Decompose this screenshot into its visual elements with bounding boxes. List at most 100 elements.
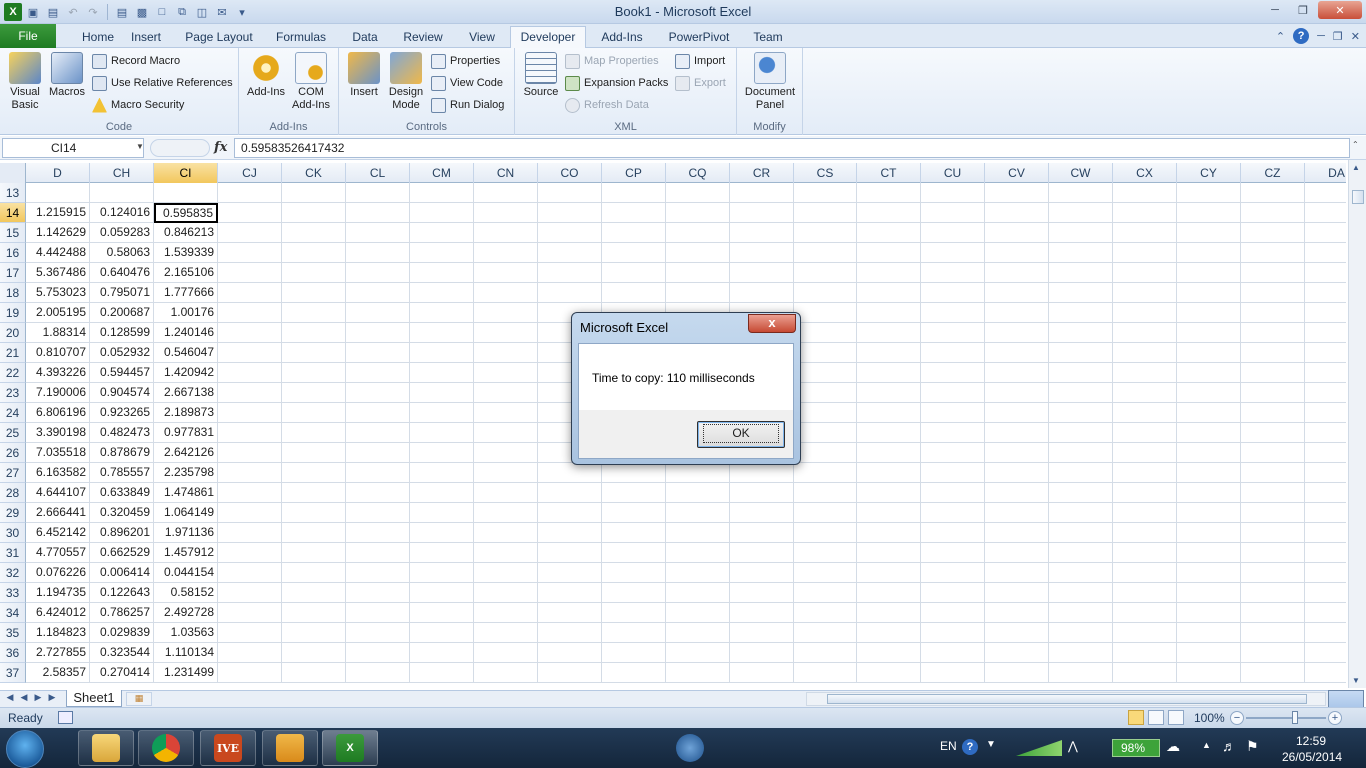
cell-ci15[interactable]: 0.846213	[154, 223, 218, 243]
cell-ci26[interactable]: 2.642126	[154, 443, 218, 463]
cell-ct18[interactable]	[857, 283, 921, 303]
cell-cw21[interactable]	[1049, 343, 1113, 363]
tab-team[interactable]: Team	[748, 27, 788, 48]
cell-cr17[interactable]	[730, 263, 794, 283]
cell-cv20[interactable]	[985, 323, 1049, 343]
cell-da37[interactable]	[1305, 663, 1346, 683]
cell-cu31[interactable]	[921, 543, 985, 563]
cell-cx26[interactable]	[1113, 443, 1177, 463]
visual-basic-button[interactable]: Visual Basic	[4, 52, 46, 112]
cell-cy27[interactable]	[1177, 463, 1241, 483]
cell-cw23[interactable]	[1049, 383, 1113, 403]
cell-da13[interactable]	[1305, 183, 1346, 203]
cell-cx24[interactable]	[1113, 403, 1177, 423]
cell-ct36[interactable]	[857, 643, 921, 663]
cell-cs36[interactable]	[794, 643, 857, 663]
cell-cu34[interactable]	[921, 603, 985, 623]
cell-ch30[interactable]: 0.896201	[90, 523, 154, 543]
cell-cx33[interactable]	[1113, 583, 1177, 603]
cell-cm23[interactable]	[410, 383, 474, 403]
cell-cm34[interactable]	[410, 603, 474, 623]
cell-cw16[interactable]	[1049, 243, 1113, 263]
cell-cp16[interactable]	[602, 243, 666, 263]
cell-ck19[interactable]	[282, 303, 346, 323]
cell-cs26[interactable]	[794, 443, 857, 463]
cell-cx13[interactable]	[1113, 183, 1177, 203]
cell-cj28[interactable]	[218, 483, 282, 503]
cell-cr32[interactable]	[730, 563, 794, 583]
cell-ch16[interactable]: 0.58063	[90, 243, 154, 263]
zoom-out-icon[interactable]: −	[1230, 711, 1244, 725]
dialog-ok-button[interactable]: OK	[697, 421, 785, 448]
page-break-view-icon[interactable]	[1168, 710, 1184, 725]
column-header-d[interactable]: D	[26, 163, 90, 183]
cell-ci16[interactable]: 1.539339	[154, 243, 218, 263]
cell-cy28[interactable]	[1177, 483, 1241, 503]
cell-cw32[interactable]	[1049, 563, 1113, 583]
cell-cx22[interactable]	[1113, 363, 1177, 383]
cell-ck20[interactable]	[282, 323, 346, 343]
cell-d15[interactable]: 1.142629	[26, 223, 90, 243]
cell-cs30[interactable]	[794, 523, 857, 543]
properties-button[interactable]: Properties	[431, 51, 500, 71]
cell-cz33[interactable]	[1241, 583, 1305, 603]
column-header-cp[interactable]: CP	[602, 163, 666, 183]
cell-cw33[interactable]	[1049, 583, 1113, 603]
cell-ck35[interactable]	[282, 623, 346, 643]
column-header-cj[interactable]: CJ	[218, 163, 282, 183]
cell-cj35[interactable]	[218, 623, 282, 643]
row-header-13[interactable]: 13	[0, 183, 26, 203]
column-header-cx[interactable]: CX	[1113, 163, 1177, 183]
minimize-ribbon-icon[interactable]: ⌃	[1276, 30, 1285, 43]
cell-d34[interactable]: 6.424012	[26, 603, 90, 623]
tray-expand-icon[interactable]: ▼	[986, 739, 996, 750]
cell-cz24[interactable]	[1241, 403, 1305, 423]
cell-ci37[interactable]: 1.231499	[154, 663, 218, 683]
cell-cw31[interactable]	[1049, 543, 1113, 563]
cell-cv34[interactable]	[985, 603, 1049, 623]
cell-ck37[interactable]	[282, 663, 346, 683]
macro-security-button[interactable]: Macro Security	[92, 95, 184, 115]
cell-d26[interactable]: 7.035518	[26, 443, 90, 463]
zoom-slider[interactable]: − +	[1230, 710, 1342, 726]
cell-cr37[interactable]	[730, 663, 794, 683]
cell-d31[interactable]: 4.770557	[26, 543, 90, 563]
cell-cm28[interactable]	[410, 483, 474, 503]
cell-cj13[interactable]	[218, 183, 282, 203]
cell-cz20[interactable]	[1241, 323, 1305, 343]
cell-cv37[interactable]	[985, 663, 1049, 683]
cell-co13[interactable]	[538, 183, 602, 203]
cell-cv18[interactable]	[985, 283, 1049, 303]
cell-d29[interactable]: 2.666441	[26, 503, 90, 523]
cell-cp17[interactable]	[602, 263, 666, 283]
cell-ct34[interactable]	[857, 603, 921, 623]
cell-cl13[interactable]	[346, 183, 410, 203]
cell-cj29[interactable]	[218, 503, 282, 523]
cell-cz23[interactable]	[1241, 383, 1305, 403]
formula-input[interactable]: 0.59583526417432	[234, 138, 1350, 158]
cell-cy16[interactable]	[1177, 243, 1241, 263]
zoom-level[interactable]: 100%	[1194, 711, 1225, 725]
cell-co36[interactable]	[538, 643, 602, 663]
cell-cl22[interactable]	[346, 363, 410, 383]
cell-d21[interactable]: 0.810707	[26, 343, 90, 363]
cell-ct30[interactable]	[857, 523, 921, 543]
row-header-23[interactable]: 23	[0, 383, 26, 403]
cell-cy25[interactable]	[1177, 423, 1241, 443]
cell-cm18[interactable]	[410, 283, 474, 303]
cell-ck14[interactable]	[282, 203, 346, 223]
cell-d20[interactable]: 1.88314	[26, 323, 90, 343]
cell-cw29[interactable]	[1049, 503, 1113, 523]
cell-cx25[interactable]	[1113, 423, 1177, 443]
cell-ck22[interactable]	[282, 363, 346, 383]
row-header-27[interactable]: 27	[0, 463, 26, 483]
record-macro-status-icon[interactable]	[58, 711, 73, 724]
design-mode-button[interactable]: Design Mode	[385, 52, 427, 112]
cell-cp29[interactable]	[602, 503, 666, 523]
cell-cm17[interactable]	[410, 263, 474, 283]
cell-cy21[interactable]	[1177, 343, 1241, 363]
cell-ck34[interactable]	[282, 603, 346, 623]
cell-ch22[interactable]: 0.594457	[90, 363, 154, 383]
cell-ck24[interactable]	[282, 403, 346, 423]
cell-co32[interactable]	[538, 563, 602, 583]
